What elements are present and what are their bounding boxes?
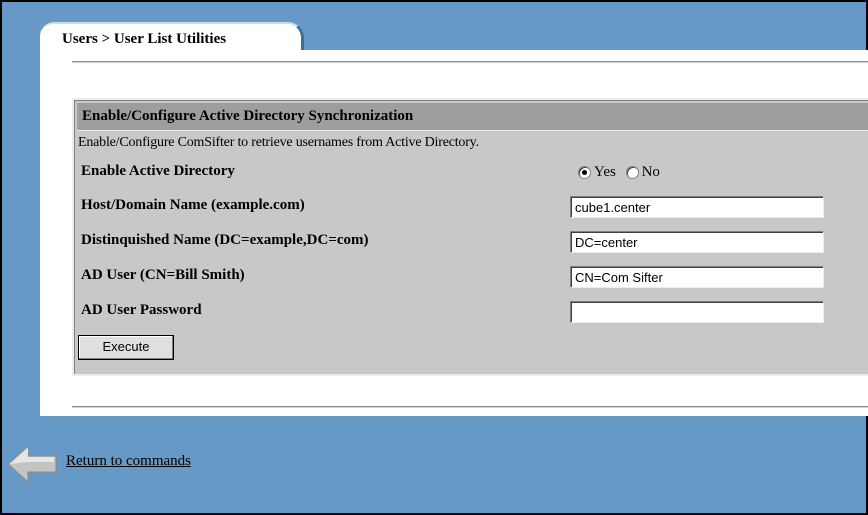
radio-no-label: No — [641, 164, 660, 181]
execute-button[interactable]: Execute — [78, 335, 174, 360]
radio-yes[interactable] — [578, 166, 591, 180]
ad-password-input[interactable] — [570, 301, 824, 323]
tab-user-list-utilities[interactable]: Users > User List Utilities — [40, 22, 304, 52]
radio-no[interactable] — [625, 166, 639, 180]
section-header: Enable/Configure Active Directory Synchr… — [77, 103, 868, 131]
top-divider — [72, 61, 868, 63]
ad-user-label: AD User (CN=Bill Smith) — [81, 267, 245, 283]
content-panel: Enable/Configure Active Directory Synchr… — [40, 50, 868, 416]
bottom-divider — [72, 406, 868, 408]
enable-ad-label: Enable Active Directory — [81, 163, 235, 179]
tab-label: Users > User List Utilities — [62, 31, 227, 47]
return-to-commands-link[interactable]: Return to commands — [66, 453, 191, 470]
enable-ad-radio-group: Yes No — [578, 164, 666, 181]
ad-sync-form: Enable/Configure Active Directory Synchr… — [72, 98, 868, 376]
host-input[interactable]: cube1.center — [570, 196, 824, 218]
radio-yes-label: Yes — [594, 164, 616, 181]
host-label: Host/Domain Name (example.com) — [81, 197, 305, 213]
dn-label: Distinquished Name (DC=example,DC=com) — [81, 232, 369, 248]
section-description: Enable/Configure ComSifter to retrieve u… — [78, 135, 479, 150]
left-arrow-icon[interactable] — [6, 442, 58, 486]
ad-user-input[interactable]: CN=Com Sifter — [570, 266, 824, 288]
page: { "tab": { "label": "Users > User List U… — [0, 0, 868, 515]
ad-password-label: AD User Password — [81, 302, 202, 318]
section-title: Enable/Configure Active Directory Synchr… — [82, 108, 414, 124]
dn-input[interactable]: DC=center — [570, 231, 824, 253]
